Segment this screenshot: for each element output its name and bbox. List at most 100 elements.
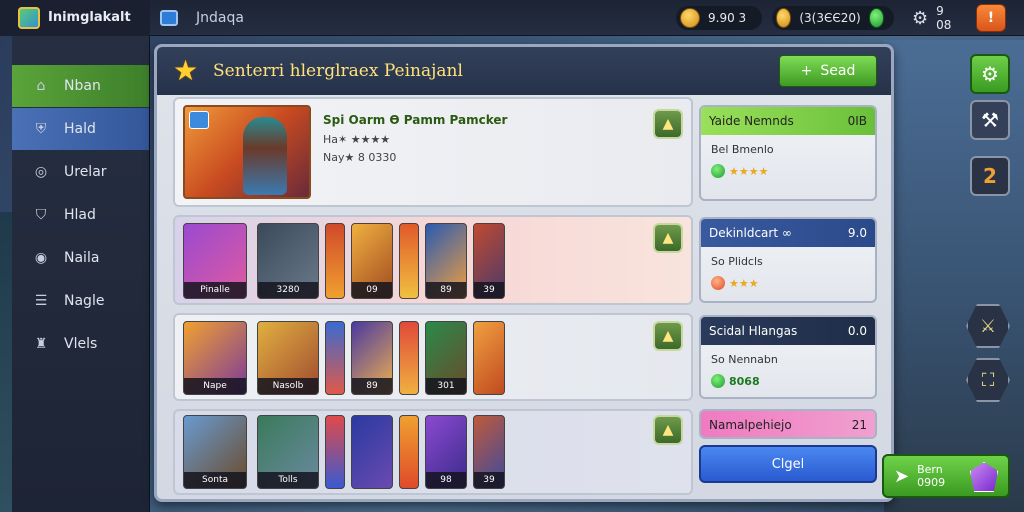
orange-gem-icon — [711, 276, 725, 290]
main-panel: ★ Senterri hlerglraex Peinajanl + Sead S… — [154, 44, 894, 502]
info-card[interactable]: Namalpehiejo 21 — [699, 409, 877, 439]
sidebar-item-nagle[interactable]: ☰ Nagle — [12, 280, 149, 322]
sidebar-item-label: Nagle — [64, 293, 105, 309]
sidebar-item-urelar[interactable]: ◎ Urelar — [12, 151, 149, 193]
hero-card[interactable]: Nape — [183, 321, 247, 395]
tab-label[interactable]: Jndaqa — [196, 10, 244, 26]
mini-card[interactable] — [399, 415, 419, 489]
hero-row[interactable]: Spi Oarm Ɵ Pamm Pamcker Ha✶ ★★★★ Nay★ 8 … — [173, 97, 693, 207]
team-row-1[interactable]: Pinalle 3280 09 89 39 ▲ — [173, 215, 693, 305]
app-title: Inimglakalt — [48, 10, 131, 25]
sidebar-item-label: Hald — [64, 121, 96, 137]
currency-gold-value: 9.90 3 — [708, 11, 747, 25]
team-row-3[interactable]: Sonta Tolls 98 39 ▲ — [173, 409, 693, 495]
upgrade-shield-icon[interactable]: ▲ — [653, 109, 683, 139]
hero-figure — [243, 117, 287, 195]
hero-line1-text: Ha✶ ★★★★ — [323, 133, 391, 146]
hero-card-label: 39 — [474, 282, 504, 298]
currency-gold-2[interactable]: (3(3ЄЄ20) — [772, 6, 894, 30]
info-card-line: 8068 — [711, 374, 865, 388]
hero-card[interactable]: Tolls — [257, 415, 319, 489]
hero-line2: Nay★ 8 0330 — [323, 151, 396, 164]
sidebar-item-hlad[interactable]: ⛉ Hlad — [12, 194, 149, 236]
info-card-title: Namalpehiejo — [709, 418, 792, 432]
hero-card[interactable]: 3280 — [257, 223, 319, 299]
green-gem-icon — [868, 8, 884, 28]
info-card-title: Scidal Hlangas — [709, 324, 798, 338]
sidebar-item-hald[interactable]: ⛨ Hald — [12, 108, 149, 150]
shop-button[interactable]: ➤ Bern 0909 — [882, 454, 1010, 498]
hero-card-label: 39 — [474, 472, 504, 488]
list-icon: ☰ — [34, 293, 48, 309]
hero-card[interactable]: 39 — [473, 223, 505, 299]
hero-card-label: 89 — [426, 282, 466, 298]
info-card[interactable]: Scidal Hlangas 0.0 So Nennabn 8068 — [699, 315, 877, 399]
green-gem-icon — [711, 164, 725, 178]
hero-card-label: 09 — [352, 282, 392, 298]
trophy-icon[interactable]: 2 — [970, 156, 1010, 196]
sidebar-item-naila[interactable]: ◉ Naila — [12, 237, 149, 279]
gold-coin-icon — [680, 8, 700, 28]
seed-button[interactable]: + Sead — [779, 55, 877, 87]
hero-card[interactable] — [473, 321, 505, 395]
hero-card[interactable]: Sonta — [183, 415, 247, 489]
info-card-text: So Plidcls — [711, 255, 763, 268]
settings-area[interactable]: ⚙ 9 08 — [908, 4, 970, 32]
purple-gem-icon — [970, 462, 998, 492]
info-card-num: 0IB — [847, 114, 867, 128]
info-card-title: Dekinldcart ∞ — [709, 226, 792, 240]
mini-card[interactable] — [325, 415, 345, 489]
hero-card[interactable]: Nasolb — [257, 321, 319, 395]
shield-check-icon: ◎ — [34, 164, 48, 180]
menu-button[interactable]: ! — [976, 4, 1006, 32]
gear-icon[interactable]: ⚙ — [970, 54, 1010, 94]
team-row-2[interactable]: Nape Nasolb 89 301 ▲ — [173, 313, 693, 401]
hero-portrait[interactable] — [183, 105, 311, 199]
mini-card[interactable] — [399, 321, 419, 395]
hero-card-label: 98 — [426, 472, 466, 488]
star-icon: ★ — [173, 54, 199, 87]
sidebar-item-label: Hlad — [64, 207, 96, 223]
castle-icon: ♜ — [34, 336, 48, 352]
info-card[interactable]: Yaide Nemnds 0IB Bel Bmenlo ★★★★ — [699, 105, 877, 201]
sidebar: ⌂ Nban ⛨ Hald ◎ Urelar ⛉ Hlad ◉ Naila ☰ … — [12, 36, 150, 512]
hero-card[interactable]: 09 — [351, 223, 393, 299]
hero-card[interactable]: 98 — [425, 415, 467, 489]
star-rating: ★★★★ — [729, 164, 769, 178]
panel-title: Senterri hlerglraex Peinajanl — [213, 61, 463, 81]
info-card-num: 9.0 — [847, 226, 867, 240]
currency-gold[interactable]: 9.90 3 — [676, 6, 762, 30]
hero-card-label: Nape — [184, 378, 246, 394]
upgrade-shield-icon[interactable]: ▲ — [653, 321, 683, 351]
info-card-body: So Plidcls ★★★ — [701, 247, 875, 298]
hero-card[interactable]: 89 — [351, 321, 393, 395]
upgrade-shield-icon[interactable]: ▲ — [653, 415, 683, 445]
info-card-title: Yaide Nemnds — [709, 114, 794, 128]
shop-text: Bern 0909 — [917, 463, 945, 489]
gear-icon[interactable]: ⚙ — [912, 8, 928, 29]
sidebar-item-vlels[interactable]: ♜ Vlels — [12, 323, 149, 365]
hero-card[interactable] — [351, 415, 393, 489]
mini-card[interactable] — [325, 321, 345, 395]
upgrade-shield-icon[interactable]: ▲ — [653, 223, 683, 253]
hero-card[interactable]: 39 — [473, 415, 505, 489]
sidebar-item-nban[interactable]: ⌂ Nban — [12, 65, 149, 107]
tab-icon[interactable] — [160, 9, 178, 26]
confirm-button[interactable]: Clgel — [699, 445, 877, 483]
info-card-header: Scidal Hlangas 0.0 — [701, 317, 875, 345]
mini-card[interactable] — [325, 223, 345, 299]
hero-card[interactable]: 301 — [425, 321, 467, 395]
hero-line1: Ha✶ ★★★★ — [323, 133, 390, 146]
shield-check-icon: ◉ — [34, 250, 48, 266]
shield-icon: ⛨ — [35, 121, 47, 137]
info-card-header: Namalpehiejo 21 — [701, 411, 875, 437]
hero-card[interactable]: 89 — [425, 223, 467, 299]
info-card-num: 0.0 — [847, 324, 867, 338]
mini-card[interactable] — [399, 223, 419, 299]
arrow-icon: ➤ — [894, 465, 910, 487]
shield-check-icon: ⛉ — [35, 207, 47, 223]
hammer-icon[interactable]: ⚒ — [970, 100, 1010, 140]
info-card[interactable]: Dekinldcart ∞ 9.0 So Plidcls ★★★ — [699, 217, 877, 303]
hero-card[interactable]: Pinalle — [183, 223, 247, 299]
hero-card-label: Pinalle — [184, 282, 246, 298]
